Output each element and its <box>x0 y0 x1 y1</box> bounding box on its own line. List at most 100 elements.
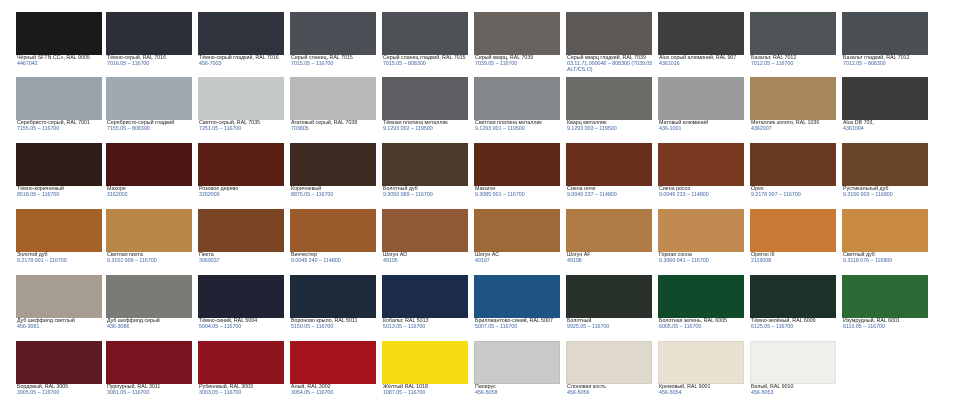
color-swatch[interactable] <box>474 12 560 55</box>
color-swatch[interactable] <box>106 143 192 186</box>
color-swatch-card[interactable]: Матовый алюминий 436-1001 <box>658 77 744 135</box>
color-swatch-card[interactable]: Шогун AF 49198 <box>566 209 652 267</box>
color-swatch-card[interactable]: Рустикальный дуб 9.3156 003 – 116800 <box>842 143 928 201</box>
color-swatch-card[interactable]: Орегон III 2115008 <box>750 209 836 267</box>
color-swatch[interactable] <box>16 209 102 252</box>
color-swatch-card[interactable]: Серебристо-серый гладкий 7155.05 – 808300 <box>106 77 192 135</box>
color-swatch-card[interactable]: Слоновая кость 456-5056 <box>566 341 652 399</box>
color-swatch[interactable] <box>106 341 192 384</box>
color-swatch[interactable] <box>16 341 102 384</box>
color-swatch[interactable] <box>842 275 928 318</box>
color-swatch[interactable] <box>566 77 652 120</box>
color-swatch-card[interactable]: Тёмно-синий, RAL 5004 5004.05 – 116700 <box>198 275 284 333</box>
color-swatch[interactable] <box>16 12 102 55</box>
color-swatch-card[interactable]: Винчестер 9.0049 240 – 114800 <box>290 209 376 267</box>
color-swatch[interactable] <box>382 77 468 120</box>
color-swatch-card[interactable]: Серый кварц, RAL 7039 7039.05 – 116700 <box>474 12 560 70</box>
color-swatch[interactable] <box>750 77 836 120</box>
color-swatch[interactable] <box>106 77 192 120</box>
color-swatch[interactable] <box>106 275 192 318</box>
color-swatch-card[interactable]: Тёмно-коричневый 8518.05 – 116700 <box>16 143 102 201</box>
color-swatch[interactable] <box>382 12 468 55</box>
color-swatch-card[interactable]: Изумрудный, RAL 6001 6110.05 – 116700 <box>842 275 928 333</box>
color-swatch[interactable] <box>658 77 744 120</box>
color-swatch-card[interactable]: Розовое дерево 3202009 <box>198 143 284 201</box>
color-swatch-card[interactable]: Серебристо-серый, RAL 7001 7155.05 – 1167… <box>16 77 102 135</box>
color-swatch-card[interactable]: Орех 9.2178 007 – 116700 <box>750 143 836 201</box>
color-swatch[interactable] <box>750 275 836 318</box>
color-swatch[interactable] <box>382 341 468 384</box>
color-swatch-card[interactable]: Дуб шеффилд серый 436-3086 <box>106 275 192 333</box>
color-swatch-card[interactable]: Пурпурный, RAL 3011 3081.05 – 116700 <box>106 341 192 399</box>
color-swatch-card[interactable]: Светлая пихта 9.3152 009 – 116700 <box>106 209 192 267</box>
color-swatch-card[interactable]: Светлая платина металлик 9.1293 001 – 119… <box>474 77 560 135</box>
color-swatch-card[interactable]: Чёрный SFTN CC», RAL 9005 4467042 <box>16 12 102 70</box>
color-swatch-card[interactable]: Шогун AD 49195 <box>382 209 468 267</box>
color-swatch[interactable] <box>566 275 652 318</box>
color-swatch-card[interactable]: Болотный 9925.05 – 116700 <box>566 275 652 333</box>
color-swatch-card[interactable]: Рубиновый, RAL 3003 3003.05 – 116700 <box>198 341 284 399</box>
color-swatch-card[interactable]: Махоре 3162002 <box>106 143 192 201</box>
color-swatch-card[interactable]: Серый кварц гладкий, RAL 7039 03.11.71.00… <box>566 12 652 73</box>
color-swatch[interactable] <box>842 209 928 252</box>
color-swatch[interactable] <box>16 275 102 318</box>
color-swatch[interactable] <box>474 275 560 318</box>
color-swatch[interactable] <box>842 143 928 186</box>
color-swatch[interactable] <box>198 77 284 120</box>
color-swatch-card[interactable]: Базальт, RAL 7012 7012.05 – 116700 <box>750 12 836 70</box>
color-swatch[interactable] <box>842 12 928 55</box>
color-swatch[interactable] <box>474 77 560 120</box>
color-swatch-card[interactable]: Alux серый алюминий, RAL 907 4361016 <box>658 12 744 70</box>
color-swatch-card[interactable]: Болотная зелень, RAL 6005 6005.05 – 11670… <box>658 275 744 333</box>
color-swatch-card[interactable]: Сиена ноче 9.0049 237 – 114800 <box>566 143 652 201</box>
color-swatch[interactable] <box>750 143 836 186</box>
color-swatch[interactable] <box>198 12 284 55</box>
color-swatch-card[interactable]: Папирус 456-5058 <box>474 341 560 399</box>
color-swatch-card[interactable]: Золотой дуб 9.2178 001 – 116700 <box>16 209 102 267</box>
color-swatch[interactable] <box>566 143 652 186</box>
color-swatch[interactable] <box>290 209 376 252</box>
color-swatch[interactable] <box>290 341 376 384</box>
color-swatch-card[interactable]: Тёмная платина металлик 9.1293 002 – 1195… <box>382 77 468 135</box>
color-swatch[interactable] <box>382 143 468 186</box>
color-swatch[interactable] <box>658 209 744 252</box>
color-swatch[interactable] <box>750 209 836 252</box>
color-swatch-card[interactable]: Светлый дуб 9.3118 076 – 116800 <box>842 209 928 267</box>
color-swatch[interactable] <box>566 341 652 384</box>
color-swatch-card[interactable]: Горная сосна 9.3069 041 – 116700 <box>658 209 744 267</box>
color-swatch-card[interactable]: Болотный дуб 9.3050 089 – 116700 <box>382 143 468 201</box>
color-swatch-card[interactable]: Кварц металлик 9.1293 003 – 119500 <box>566 77 652 135</box>
color-swatch-card[interactable]: Кобальт, RAL 5013 5013.05 – 116700 <box>382 275 468 333</box>
color-swatch[interactable] <box>382 275 468 318</box>
color-swatch-card[interactable]: Металлик золото, RAL 1036 4362007 <box>750 77 836 135</box>
color-swatch-card[interactable]: Сиена россо 9.0049 233 – 114800 <box>658 143 744 201</box>
color-swatch-card[interactable]: Макагон 9.3085 001 – 116700 <box>474 143 560 201</box>
color-swatch-card[interactable]: Светло-серый, RAL 7035 7251.05 – 116700 <box>198 77 284 135</box>
color-swatch[interactable] <box>106 209 192 252</box>
color-swatch-card[interactable]: Пихта 3069037 <box>198 209 284 267</box>
color-swatch[interactable] <box>658 341 744 384</box>
color-swatch[interactable] <box>474 341 560 384</box>
color-swatch-card[interactable]: Бордовый, RAL 3005 3005.05 – 116700 <box>16 341 102 399</box>
color-swatch-card[interactable]: Базальт гладкий, RAL 7012 7012.05 – 80830… <box>842 12 928 70</box>
color-swatch[interactable] <box>658 275 744 318</box>
color-swatch[interactable] <box>658 12 744 55</box>
color-swatch-card[interactable]: Белый, RAL 9010 456-5053 <box>750 341 836 399</box>
color-swatch[interactable] <box>750 12 836 55</box>
color-swatch[interactable] <box>474 209 560 252</box>
color-swatch[interactable] <box>16 143 102 186</box>
color-swatch[interactable] <box>198 275 284 318</box>
color-swatch-card[interactable]: Бриллиантово-синий, RAL 5007 5007.05 – 11… <box>474 275 560 333</box>
color-swatch-card[interactable]: Агатовый серый, RAL 7038 703805 <box>290 77 376 135</box>
color-swatch-card[interactable]: Тёмно-серый, RAL 7016 7016.05 – 116700 <box>106 12 192 70</box>
color-swatch-card[interactable]: Жёлтый RAL 1018 1087.05 – 116700 <box>382 341 468 399</box>
color-swatch-card[interactable]: Серый сланец, RAL 7015 7015.05 – 116700 <box>290 12 376 70</box>
color-swatch[interactable] <box>566 12 652 55</box>
color-swatch-card[interactable]: Кремовый, RAL 9001 456-5054 <box>658 341 744 399</box>
color-swatch[interactable] <box>750 341 836 384</box>
color-swatch-card[interactable]: Тёмно-зелёный, RAL 6009 6125.05 – 116700 <box>750 275 836 333</box>
color-swatch[interactable] <box>290 12 376 55</box>
color-swatch[interactable] <box>198 209 284 252</box>
color-swatch-card[interactable]: Алый, RAL 3002 3054.05 – 116700 <box>290 341 376 399</box>
color-swatch[interactable] <box>290 275 376 318</box>
